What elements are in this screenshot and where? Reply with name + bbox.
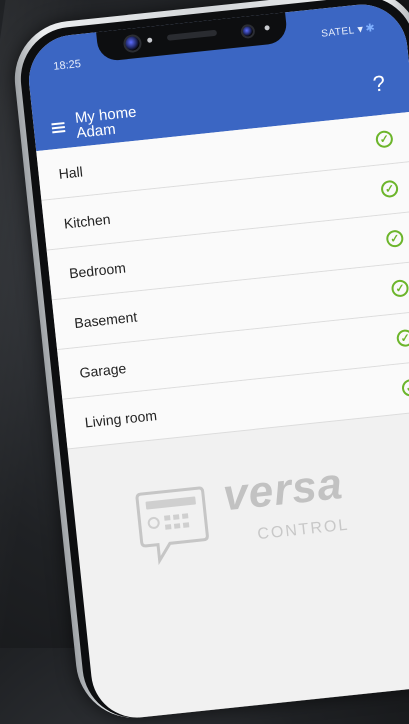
brand-name: versa	[220, 459, 346, 521]
header-title-block: My home Adam	[74, 104, 138, 142]
check-icon: ✓	[375, 129, 394, 149]
sensor-dot-2	[264, 25, 270, 31]
wifi-icon: ▾	[356, 23, 365, 36]
phone-bezel: 18:25 SATEL ▾✱ My home Adam ? Hall ✓ Kit…	[15, 0, 409, 723]
check-icon: ✓	[395, 328, 409, 348]
phone-screen: 18:25 SATEL ▾✱ My home Adam ? Hall ✓ Kit…	[24, 0, 409, 723]
brand-subtitle: CONTROL	[256, 516, 351, 544]
sensor-dot	[146, 37, 153, 43]
carrier-name: SATEL	[320, 25, 356, 40]
menu-icon[interactable]	[51, 122, 66, 134]
brand-logo: versa CONTROL	[72, 448, 409, 597]
keypad-icon	[135, 486, 209, 566]
zone-name: Basement	[73, 308, 138, 331]
zone-name: Garage	[78, 359, 127, 381]
bluetooth-icon: ✱	[364, 22, 376, 36]
phone-frame: 18:25 SATEL ▾✱ My home Adam ? Hall ✓ Kit…	[9, 0, 409, 724]
check-icon: ✓	[390, 279, 409, 298]
zone-name: Bedroom	[68, 259, 127, 281]
help-icon[interactable]: ?	[371, 70, 386, 97]
zone-name: Living room	[83, 406, 158, 431]
zone-name: Kitchen	[63, 210, 112, 232]
status-carrier: SATEL ▾✱	[321, 21, 376, 40]
check-icon: ✓	[380, 179, 399, 199]
zone-name: Hall	[57, 162, 84, 182]
earpiece-speaker	[166, 29, 218, 41]
front-camera-2	[240, 23, 256, 40]
check-icon: ✓	[401, 378, 409, 398]
check-icon: ✓	[385, 229, 405, 249]
front-camera	[122, 33, 143, 54]
zone-list: Hall ✓ Kitchen ✓ Bedroom ✓ Basement ✓ Ga…	[36, 111, 409, 450]
status-time: 18:25	[52, 58, 82, 73]
